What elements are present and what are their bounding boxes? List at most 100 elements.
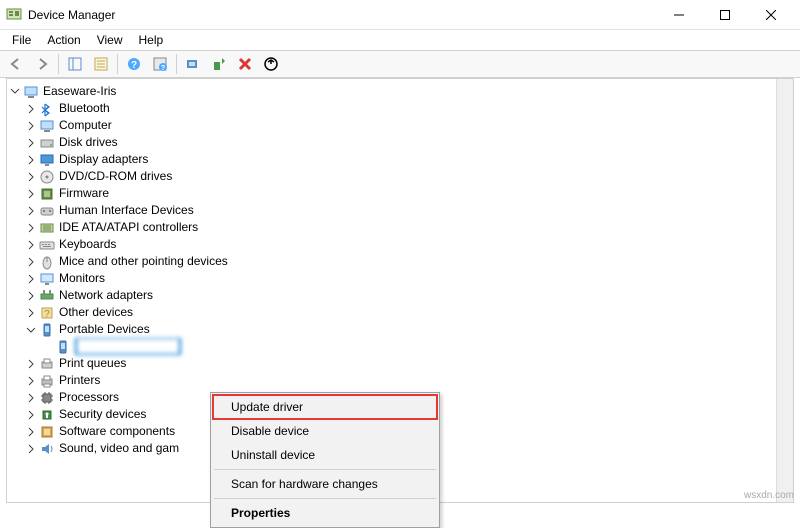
expand-icon[interactable] [25,409,37,421]
menu-file[interactable]: File [4,31,39,49]
expand-icon[interactable] [25,290,37,302]
properties-button[interactable] [89,52,113,76]
tree-node-printq[interactable]: Print queues [9,355,774,372]
portable-icon [39,322,55,338]
expand-icon[interactable] [25,426,37,438]
update-driver-button[interactable] [207,52,231,76]
expand-icon[interactable] [25,222,37,234]
firmware-icon [39,186,55,202]
selected-device-label: ████████████ [75,338,181,355]
node-label: Mice and other pointing devices [59,253,228,270]
ctx-update-driver[interactable]: Update driver [213,395,437,419]
expand-icon[interactable] [25,307,37,319]
node-label: Monitors [59,270,105,287]
hid-icon [39,203,55,219]
expand-icon[interactable] [25,120,37,132]
tree-node-keyboard[interactable]: Keyboards [9,236,774,253]
tree-node-computer[interactable]: Computer [9,117,774,134]
expand-icon[interactable] [25,103,37,115]
tree-node-mouse[interactable]: Mice and other pointing devices [9,253,774,270]
help-button[interactable]: ? [122,52,146,76]
show-hide-tree-button[interactable] [63,52,87,76]
tree-node-network[interactable]: Network adapters [9,287,774,304]
ctx-scan-hardware[interactable]: Scan for hardware changes [213,472,437,496]
expand-icon[interactable] [25,273,37,285]
expand-icon[interactable] [25,137,37,149]
node-label: Computer [59,117,112,134]
tree-node-disk[interactable]: Disk drives [9,134,774,151]
expand-icon[interactable] [25,171,37,183]
node-label: Portable Devices [59,321,150,338]
vertical-scrollbar[interactable] [776,79,793,502]
tree-node-firmware[interactable]: Firmware [9,185,774,202]
tree-node-cdrom[interactable]: DVD/CD-ROM drives [9,168,774,185]
computer-icon [39,118,55,134]
security-icon [39,407,55,423]
display-icon [39,152,55,168]
tree-node-hid[interactable]: Human Interface Devices [9,202,774,219]
node-label: Firmware [59,185,109,202]
collapse-icon[interactable] [9,86,21,98]
forward-button[interactable] [30,52,54,76]
action-help-button[interactable]: ? [148,52,172,76]
expand-icon[interactable] [25,375,37,387]
other-icon: ? [39,305,55,321]
svg-text:?: ? [131,60,137,71]
separator [176,54,177,74]
app-icon [6,7,22,23]
expand-icon[interactable] [25,358,37,370]
expand-icon[interactable] [25,324,37,336]
tree-node-display[interactable]: Display adapters [9,151,774,168]
expand-icon[interactable] [25,392,37,404]
expand-icon[interactable] [25,239,37,251]
expand-icon[interactable] [25,188,37,200]
tree-node-bluetooth[interactable]: Bluetooth [9,100,774,117]
scan-hardware-button[interactable] [181,52,205,76]
menu-help[interactable]: Help [131,31,172,49]
disk-icon [39,135,55,151]
tree-node-monitor[interactable]: Monitors [9,270,774,287]
menubar: File Action View Help [0,30,800,50]
ctx-disable-device[interactable]: Disable device [213,419,437,443]
disable-device-button[interactable] [259,52,283,76]
minimize-button[interactable] [656,0,702,30]
tree-node-ide[interactable]: IDE ATA/ATAPI controllers [9,219,774,236]
printer-icon [39,373,55,389]
expand-icon[interactable] [25,154,37,166]
toolbar: ? ? [0,50,800,78]
menu-action[interactable]: Action [39,31,88,49]
node-label: Print queues [59,355,126,372]
node-label: Sound, video and gam [59,440,179,457]
expand-icon[interactable] [25,205,37,217]
node-label: Keyboards [59,236,116,253]
cdrom-icon [39,169,55,185]
software-icon [39,424,55,440]
expand-icon[interactable] [25,256,37,268]
tree-node-other[interactable]: ?Other devices [9,304,774,321]
node-label: Security devices [59,406,146,423]
monitor-icon [39,271,55,287]
svg-text:?: ? [44,309,50,320]
keyboard-icon [39,237,55,253]
tree-node-portable[interactable]: Portable Devices [9,321,774,338]
back-button[interactable] [4,52,28,76]
node-label: Display adapters [59,151,148,168]
maximize-button[interactable] [702,0,748,30]
ide-icon [39,220,55,236]
cpu-icon [39,390,55,406]
root-label: Easeware-Iris [43,83,116,100]
menu-view[interactable]: View [89,31,131,49]
node-label: DVD/CD-ROM drives [59,168,172,185]
tree-node-printer[interactable]: Printers [9,372,774,389]
uninstall-device-button[interactable] [233,52,257,76]
svg-text:?: ? [161,65,165,72]
sound-icon [39,441,55,457]
tree-root[interactable]: Easeware-Iris [9,83,774,100]
ctx-properties[interactable]: Properties [213,501,437,525]
separator [58,54,59,74]
close-button[interactable] [748,0,794,30]
separator [214,469,436,470]
ctx-uninstall-device[interactable]: Uninstall device [213,443,437,467]
tree-node-selected-device[interactable]: ████████████ [9,338,774,355]
expand-icon[interactable] [25,443,37,455]
